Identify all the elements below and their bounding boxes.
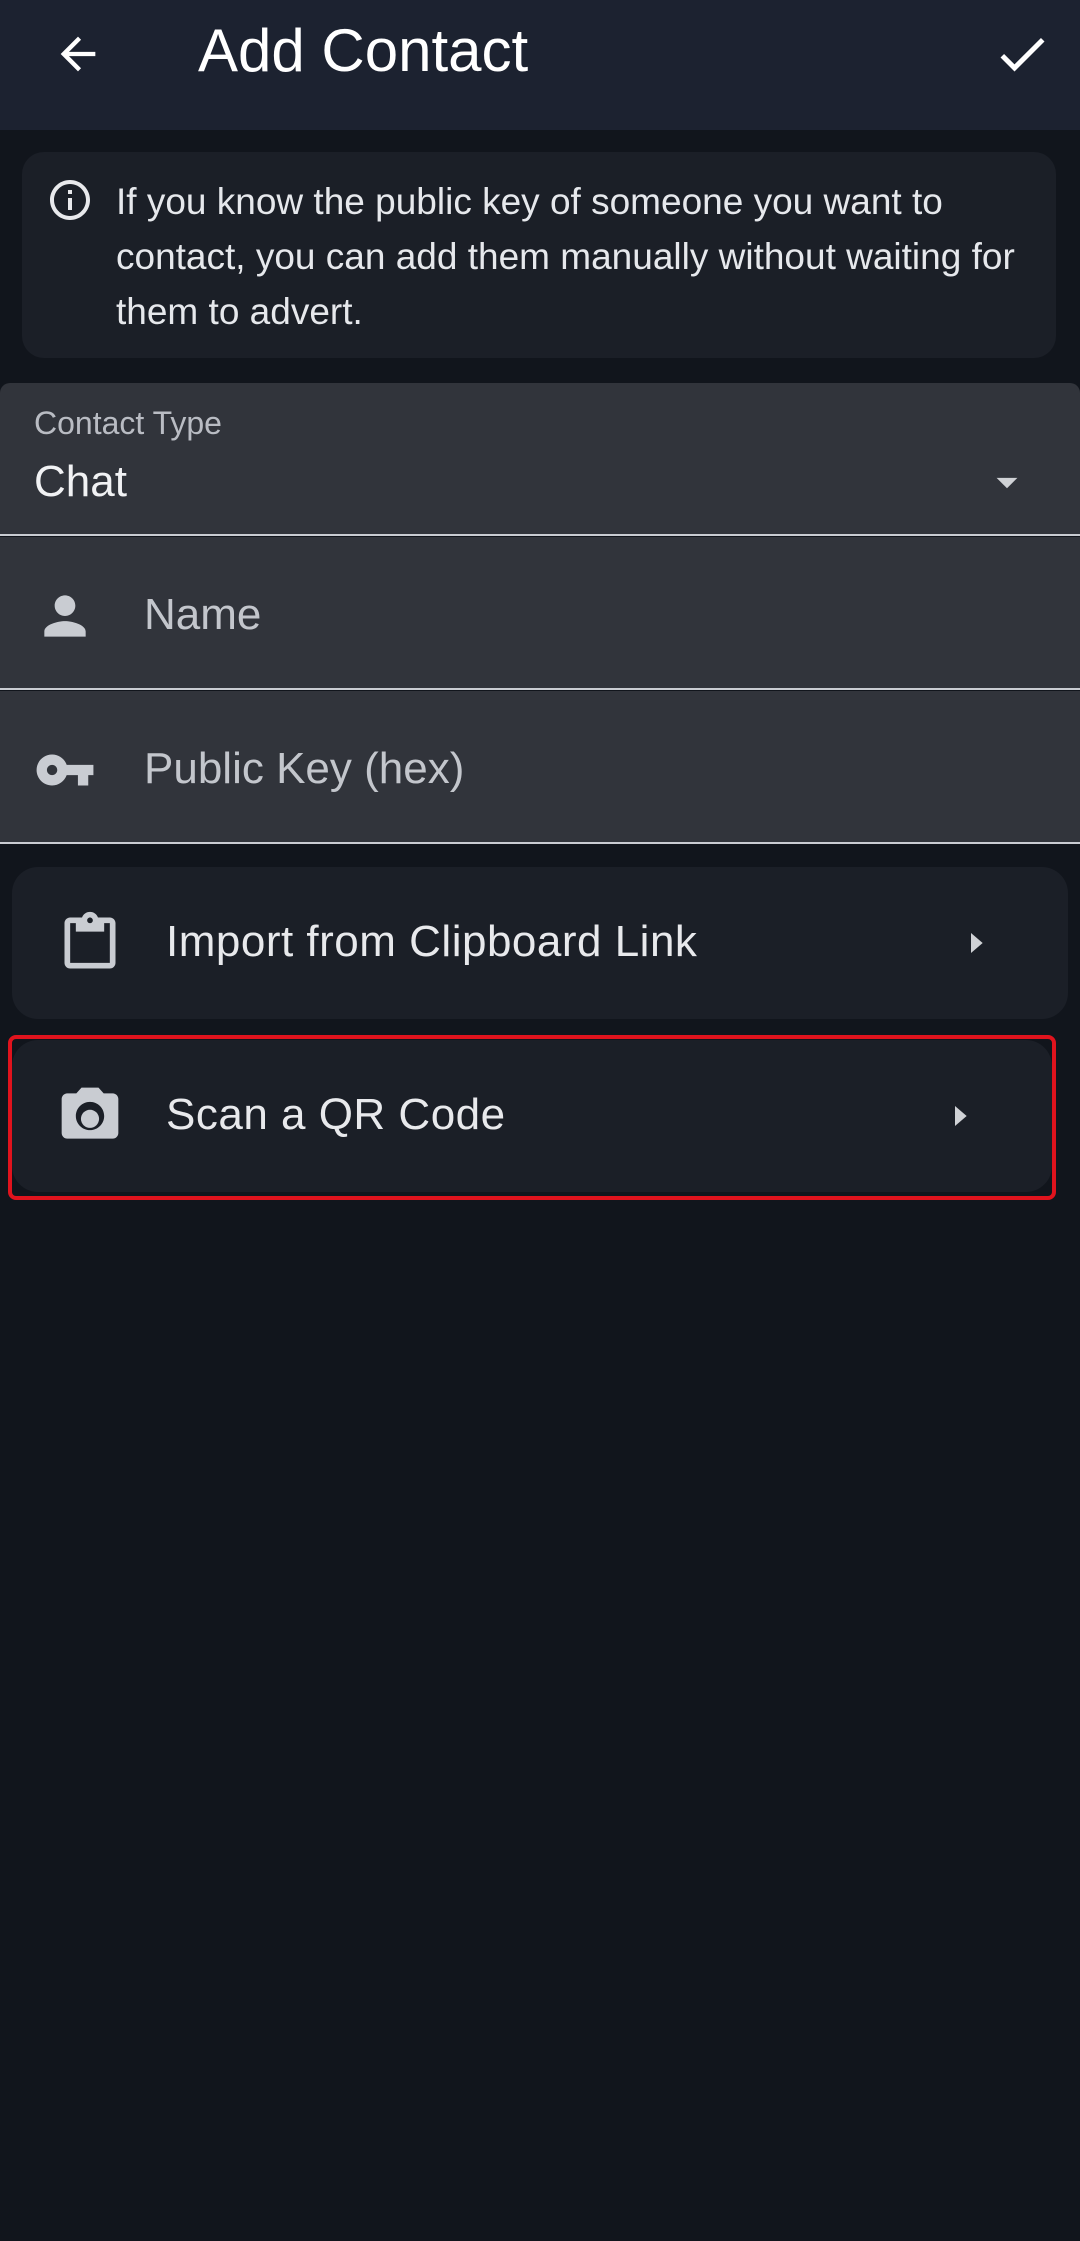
back-button[interactable] xyxy=(40,16,116,92)
name-field[interactable]: Name xyxy=(0,537,1080,690)
app-bar: Add Contact xyxy=(0,0,1080,130)
info-circle-icon xyxy=(50,180,90,220)
import-clipboard-button[interactable]: Import from Clipboard Link xyxy=(12,867,1068,1019)
name-placeholder: Name xyxy=(144,590,262,639)
camera-icon xyxy=(61,1087,119,1139)
dropdown-caret-icon xyxy=(996,477,1018,489)
contact-type-dropdown[interactable]: Contact Type Chat xyxy=(0,383,1080,536)
contact-type-label: Contact Type xyxy=(34,405,222,441)
key-icon xyxy=(36,754,94,786)
import-clipboard-label: Import from Clipboard Link xyxy=(166,917,698,966)
contact-type-value: Chat xyxy=(34,457,127,506)
arrow-left-icon xyxy=(60,36,96,72)
chevron-right-icon xyxy=(971,933,983,953)
person-icon xyxy=(44,595,86,637)
chevron-right-icon xyxy=(955,1106,967,1126)
public-key-field[interactable]: Public Key (hex) xyxy=(0,691,1080,844)
scan-qr-label: Scan a QR Code xyxy=(166,1090,506,1139)
save-button[interactable] xyxy=(982,14,1062,94)
check-icon xyxy=(1000,37,1045,72)
scan-qr-button[interactable]: Scan a QR Code xyxy=(12,1040,1052,1192)
page-title: Add Contact xyxy=(198,17,529,84)
public-key-placeholder: Public Key (hex) xyxy=(144,744,465,793)
clipboard-icon xyxy=(64,911,116,969)
info-card: If you know the public key of someone yo… xyxy=(22,152,1056,358)
info-text: If you know the public key of someone yo… xyxy=(116,181,1015,332)
